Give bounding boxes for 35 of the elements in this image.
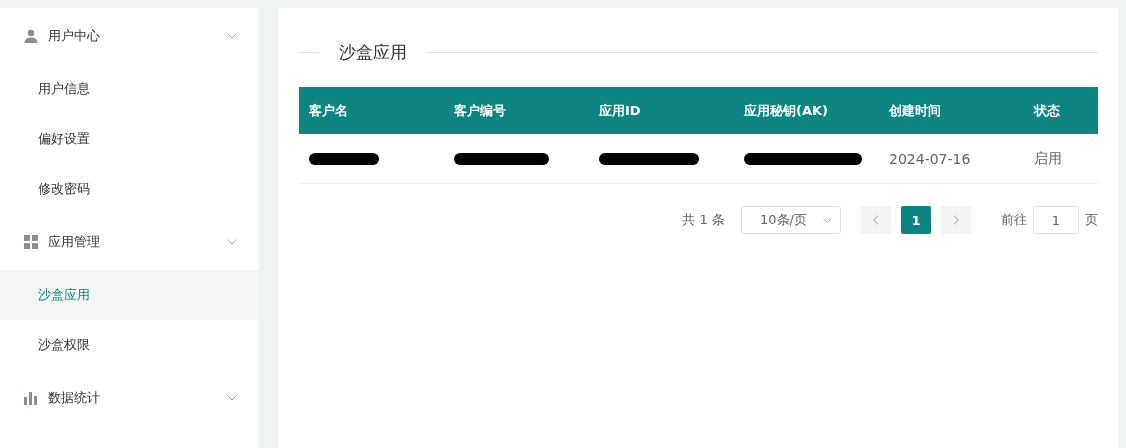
- column-header: 客户编号: [453, 101, 507, 120]
- section-title: 沙盒应用: [338, 40, 408, 64]
- menu-item[interactable]: 沙盒应用: [0, 270, 259, 320]
- menu-item[interactable]: 用户信息: [0, 64, 259, 114]
- menu-group-label: 用户中心: [48, 27, 101, 45]
- menu-item[interactable]: 沙盒权限: [0, 320, 259, 370]
- chevron-left-icon: [873, 215, 879, 225]
- total-count: 共 1 条: [682, 211, 725, 229]
- redaction-mark: [309, 152, 379, 165]
- page-size-select[interactable]: 10条/页: [741, 206, 841, 234]
- menu-group[interactable]: 用户中心: [0, 8, 259, 64]
- menu-item[interactable]: 偏好设置: [0, 114, 259, 164]
- menu-group-label: 数据统计: [48, 389, 101, 407]
- chevron-icon: [823, 217, 832, 223]
- column-header: 应用秘钥(AK): [743, 101, 830, 120]
- previous-page-button[interactable]: [861, 206, 891, 234]
- column-header: 应用ID: [598, 101, 642, 120]
- table-cell: 2024-07-16: [889, 150, 971, 167]
- user-icon: [24, 29, 38, 43]
- next-page-button[interactable]: [941, 206, 971, 234]
- page-number[interactable]: 1: [901, 206, 931, 234]
- menu-group[interactable]: 应用管理: [0, 214, 259, 270]
- grid-icon: [24, 235, 38, 249]
- bar-chart-icon: [24, 391, 38, 405]
- column-header: 客户名: [308, 101, 349, 120]
- menu-group-label: 应用管理: [48, 233, 101, 251]
- menu-group[interactable]: 数据统计: [0, 370, 259, 426]
- column-header: 状态: [1032, 101, 1061, 120]
- page-input[interactable]: 1: [1033, 206, 1079, 234]
- column-header: 创建时间: [888, 101, 942, 120]
- goto-label: 前往: [1001, 211, 1027, 229]
- page-unit: 页: [1085, 211, 1098, 229]
- table-cell: 启用: [1034, 149, 1062, 168]
- menu-item[interactable]: 修改密码: [0, 164, 259, 214]
- chevron-right-icon: [953, 215, 959, 225]
